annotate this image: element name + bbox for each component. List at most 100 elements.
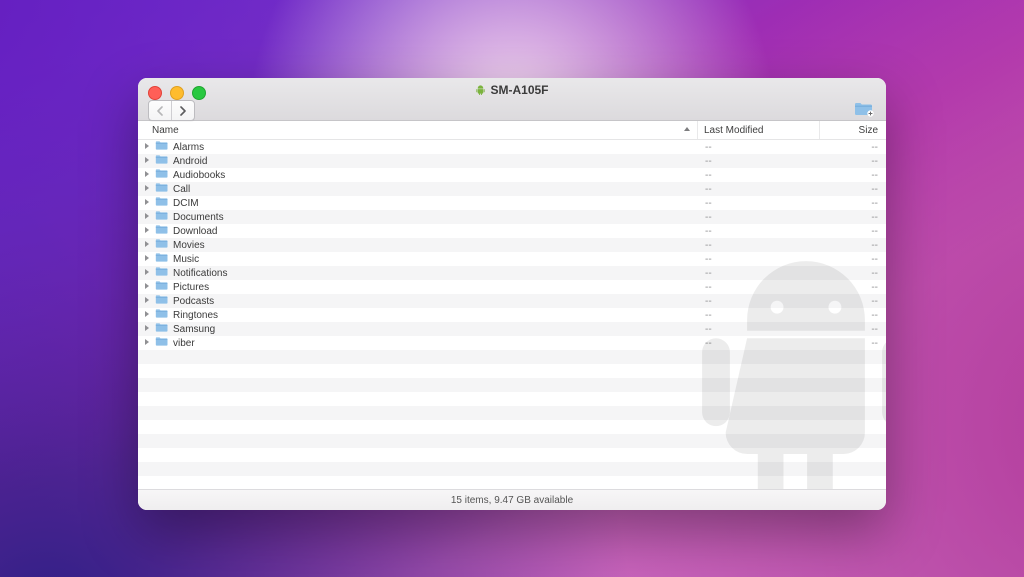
table-row[interactable]: Movies---- — [138, 238, 886, 252]
table-row[interactable]: Samsung ---- — [138, 322, 886, 336]
item-name: Pictures — [173, 282, 209, 293]
disclosure-triangle-icon[interactable] — [140, 254, 155, 265]
item-size: -- — [820, 254, 886, 265]
table-row[interactable]: Call ---- — [138, 182, 886, 196]
folder-icon — [155, 238, 173, 252]
disclosure-triangle-icon[interactable] — [140, 184, 155, 195]
table-row[interactable]: Notifications---- — [138, 266, 886, 280]
item-modified: -- — [699, 268, 820, 279]
item-size: -- — [820, 282, 886, 293]
column-header-row: Name Last Modified Size — [138, 121, 886, 140]
disclosure-triangle-icon[interactable] — [140, 212, 155, 223]
window-title-text: SM-A105F — [490, 83, 548, 97]
item-name: Android — [173, 156, 207, 167]
folder-icon — [155, 140, 173, 154]
folder-icon — [155, 308, 173, 322]
column-header-size-label: Size — [859, 125, 878, 136]
item-size: -- — [820, 310, 886, 321]
column-header-modified[interactable]: Last Modified — [698, 121, 820, 139]
item-name: Audiobooks — [173, 170, 225, 181]
item-modified: -- — [699, 142, 820, 153]
folder-icon — [155, 336, 173, 350]
table-row[interactable]: Audiobooks---- — [138, 168, 886, 182]
table-row[interactable]: Android ---- — [138, 154, 886, 168]
titlebar: SM-A105F — [138, 78, 886, 121]
disclosure-triangle-icon[interactable] — [140, 198, 155, 209]
disclosure-triangle-icon[interactable] — [140, 324, 155, 335]
disclosure-triangle-icon[interactable] — [140, 338, 155, 349]
nav-back-forward — [148, 100, 195, 121]
item-name: Podcasts — [173, 296, 214, 307]
item-size: -- — [820, 296, 886, 307]
empty-row — [138, 350, 886, 364]
item-modified: -- — [699, 254, 820, 265]
item-name: Samsung — [173, 324, 215, 335]
disclosure-triangle-icon[interactable] — [140, 282, 155, 293]
item-size: -- — [820, 338, 886, 349]
status-text: 15 items, 9.47 GB available — [451, 495, 573, 506]
disclosure-triangle-icon[interactable] — [140, 310, 155, 321]
window-title: SM-A105F — [138, 83, 886, 97]
disclosure-triangle-icon[interactable] — [140, 170, 155, 181]
folder-icon — [155, 224, 173, 238]
item-modified: -- — [699, 240, 820, 251]
status-bar: 15 items, 9.47 GB available — [138, 489, 886, 510]
item-size: -- — [820, 226, 886, 237]
empty-row — [138, 462, 886, 476]
item-size: -- — [820, 240, 886, 251]
disclosure-triangle-icon[interactable] — [140, 156, 155, 167]
disclosure-triangle-icon[interactable] — [140, 240, 155, 251]
back-button[interactable] — [149, 101, 172, 120]
column-header-modified-label: Last Modified — [704, 125, 763, 136]
folder-icon — [155, 280, 173, 294]
table-row[interactable]: viber ---- — [138, 336, 886, 350]
column-header-name[interactable]: Name — [138, 121, 698, 139]
item-modified: -- — [699, 156, 820, 167]
item-name: Music — [173, 254, 199, 265]
item-modified: -- — [699, 324, 820, 335]
file-list: Alarms----Android----Audiobooks----Call-… — [138, 140, 886, 489]
table-row[interactable]: DCIM---- — [138, 196, 886, 210]
table-row[interactable]: Alarms---- — [138, 140, 886, 154]
sort-ascending-icon — [683, 125, 691, 133]
item-name: viber — [173, 338, 195, 349]
item-name: DCIM — [173, 198, 199, 209]
table-row[interactable]: Download---- — [138, 224, 886, 238]
item-size: -- — [820, 212, 886, 223]
folder-icon — [155, 252, 173, 266]
item-size: -- — [820, 156, 886, 167]
disclosure-triangle-icon[interactable] — [140, 296, 155, 307]
item-modified: -- — [699, 338, 820, 349]
disclosure-triangle-icon[interactable] — [140, 226, 155, 237]
empty-row — [138, 378, 886, 392]
disclosure-triangle-icon[interactable] — [140, 142, 155, 153]
disclosure-triangle-icon[interactable] — [140, 268, 155, 279]
item-name: Call — [173, 184, 190, 195]
item-modified: -- — [699, 184, 820, 195]
forward-button[interactable] — [172, 101, 194, 120]
folder-icon — [155, 196, 173, 210]
folder-icon — [155, 294, 173, 308]
item-size: -- — [820, 324, 886, 335]
table-row[interactable]: Podcasts---- — [138, 294, 886, 308]
item-size: -- — [820, 170, 886, 181]
item-modified: -- — [699, 198, 820, 209]
finder-window: SM-A105F Name Last Modified — [138, 78, 886, 510]
folder-icon — [155, 168, 173, 182]
folder-icon — [155, 322, 173, 336]
table-row[interactable]: Ringtones---- — [138, 308, 886, 322]
table-row[interactable]: Documents---- — [138, 210, 886, 224]
empty-row — [138, 364, 886, 378]
item-size: -- — [820, 184, 886, 195]
folder-icon — [155, 210, 173, 224]
android-icon — [475, 84, 486, 96]
table-row[interactable]: Pictures ---- — [138, 280, 886, 294]
new-folder-button[interactable] — [853, 100, 875, 118]
table-row[interactable]: Music ---- — [138, 252, 886, 266]
column-header-name-label: Name — [152, 125, 179, 136]
item-size: -- — [820, 268, 886, 279]
column-header-size[interactable]: Size — [820, 121, 886, 139]
item-name: Download — [173, 226, 217, 237]
folder-icon — [155, 182, 173, 196]
item-modified: -- — [699, 282, 820, 293]
